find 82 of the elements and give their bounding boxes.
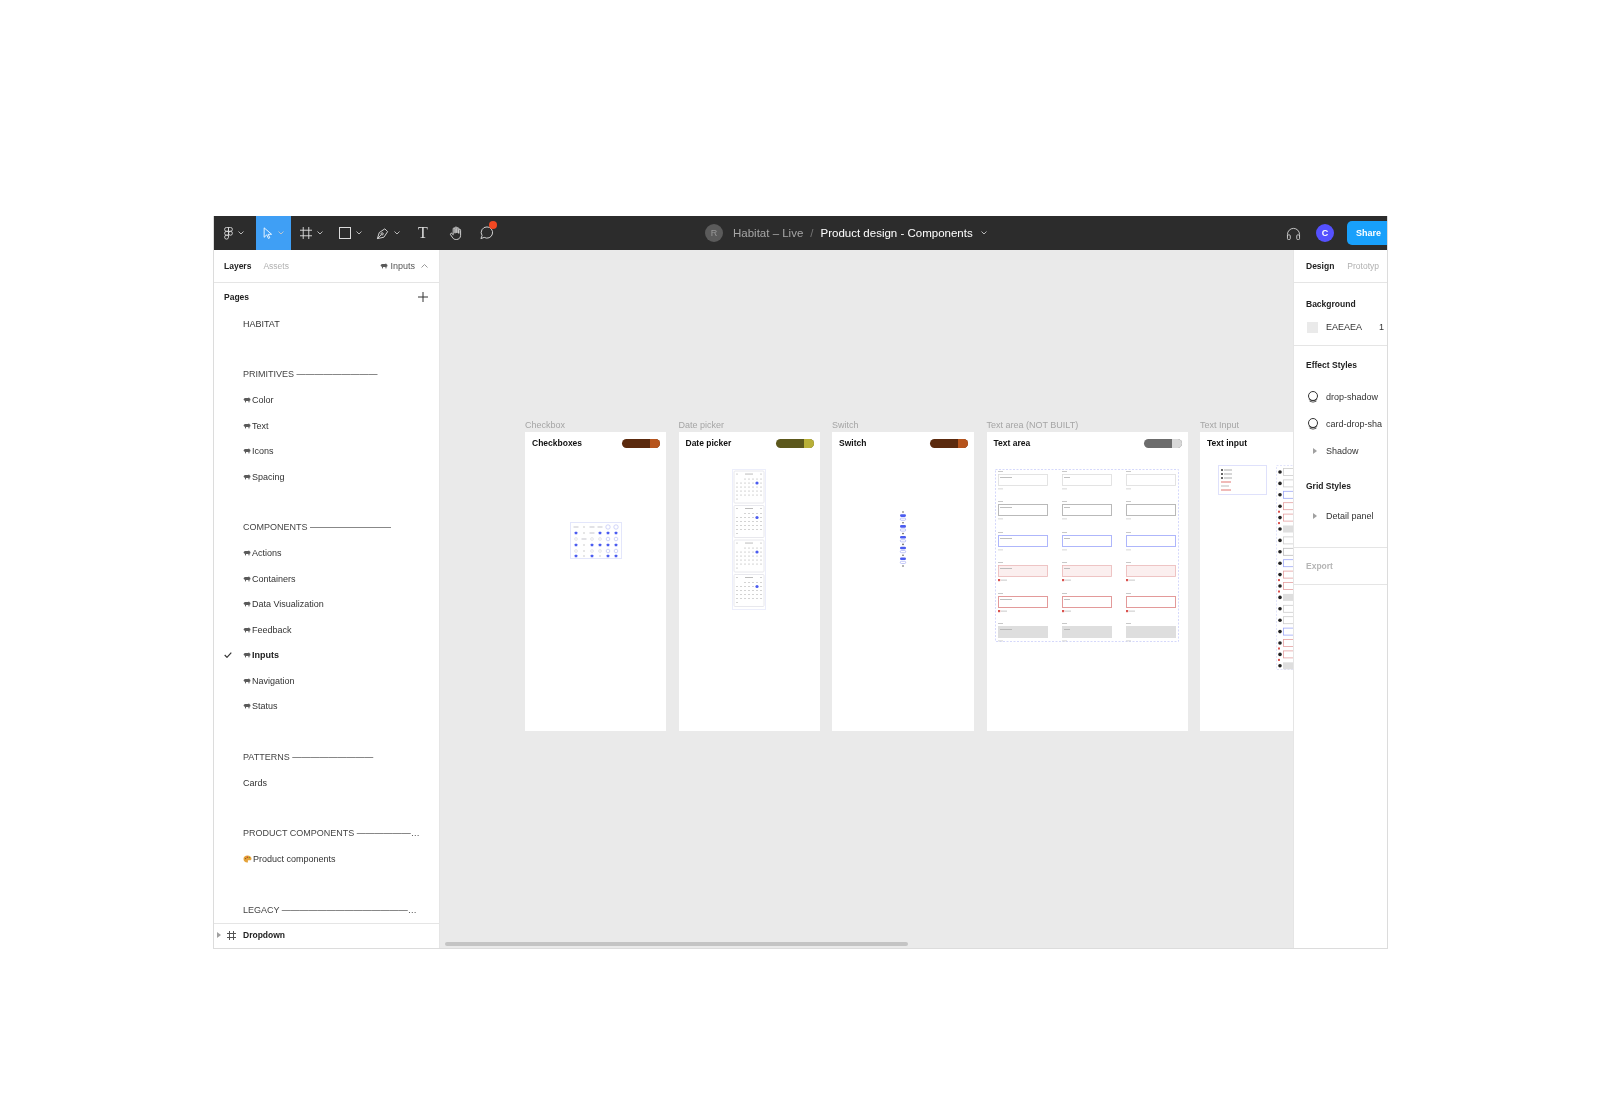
page-section-heading: PRIMITIVES ————————— xyxy=(243,368,378,381)
color-hex-value[interactable]: EAEAEA xyxy=(1326,322,1363,332)
layer-item[interactable]: Dropdown xyxy=(214,924,286,946)
project-link[interactable]: Habitat – Live xyxy=(733,227,804,239)
pages-title: Pages xyxy=(224,292,250,302)
artboard-title: Date picker xyxy=(685,438,732,448)
page-item[interactable]: Data Visualization xyxy=(214,591,324,617)
section-title: Grid Styles xyxy=(1306,480,1351,493)
artboard-title: Switch xyxy=(839,438,867,448)
logo-icon xyxy=(223,226,233,240)
animal-icon xyxy=(243,575,251,582)
animal-icon xyxy=(243,397,251,404)
page-item[interactable]: HABITAT xyxy=(214,311,280,337)
artboard-title: Checkboxes xyxy=(532,438,583,448)
breadcrumb-separator: / xyxy=(810,227,814,239)
caret-up-icon xyxy=(421,264,428,268)
style-item[interactable]: drop-shadow xyxy=(1306,383,1379,410)
style-item[interactable]: card-drop-sha xyxy=(1306,410,1383,437)
animal-icon xyxy=(243,422,251,429)
add-page-button[interactable] xyxy=(418,292,428,302)
horizontal-scrollbar[interactable] xyxy=(445,942,908,946)
frame-label: Text Input xyxy=(1200,419,1240,432)
hash-icon xyxy=(299,227,312,239)
cursor-icon xyxy=(263,227,273,239)
page-section-heading: COMPONENTS ————————— xyxy=(243,521,391,534)
page-item[interactable]: Feedback xyxy=(214,617,292,643)
page-item[interactable]: Inputs xyxy=(214,642,279,668)
animal-icon xyxy=(243,626,251,633)
artboard-title: Text input xyxy=(1207,438,1247,448)
animal-icon xyxy=(380,263,389,269)
page-item[interactable]: Product components xyxy=(214,846,336,872)
frame-label: Date picker xyxy=(678,419,725,432)
animal-icon xyxy=(243,677,251,684)
animal-icon xyxy=(243,703,251,710)
page-item[interactable]: Containers xyxy=(214,566,296,592)
check-icon xyxy=(224,652,232,659)
text-tool-button[interactable]: T xyxy=(407,216,439,250)
section-title: Effect Styles xyxy=(1306,359,1358,372)
section-title: Export xyxy=(1306,560,1333,573)
comment-icon xyxy=(480,226,494,240)
switch-column-drawing xyxy=(899,510,907,568)
checkbox-grid-drawing xyxy=(569,522,622,559)
page-item[interactable]: Text xyxy=(214,413,269,439)
animal-icon xyxy=(243,448,251,455)
user-avatar[interactable]: C xyxy=(1316,224,1334,242)
frame-label: Switch xyxy=(832,419,859,432)
page-item[interactable]: Actions xyxy=(214,540,282,566)
animal-icon xyxy=(243,550,251,557)
hand-icon xyxy=(448,226,462,240)
page-item[interactable]: Icons xyxy=(214,438,274,464)
chevron-down-icon xyxy=(980,231,987,235)
page-item[interactable]: Navigation xyxy=(214,668,295,694)
square-icon xyxy=(338,227,351,239)
frame-label: Text area (NOT BUILT) xyxy=(986,419,1079,432)
file-name-menu[interactable]: Product design - Components xyxy=(820,227,987,239)
page-item[interactable]: Status xyxy=(214,693,278,719)
shadow-circle-icon xyxy=(1307,390,1319,403)
plus-icon xyxy=(418,292,428,302)
page-switcher[interactable]: Inputs xyxy=(380,261,428,271)
animal-icon xyxy=(243,601,251,608)
hash-icon xyxy=(227,930,236,940)
frame-label: Checkbox xyxy=(525,419,566,432)
page-section-heading: PRODUCT COMPONENTS ——————… xyxy=(243,827,420,840)
style-folder[interactable]: Detail panel xyxy=(1306,502,1374,529)
headphones-icon xyxy=(1286,226,1301,240)
shadow-circle-icon xyxy=(1307,417,1319,430)
section-title: Background xyxy=(1306,298,1356,311)
panel-tab[interactable]: Design xyxy=(1306,261,1335,271)
audio-button[interactable] xyxy=(1286,226,1301,240)
animal-icon xyxy=(243,473,251,480)
page-item[interactable]: Spacing xyxy=(214,464,285,490)
pen-icon xyxy=(376,226,389,240)
page-section-heading: LEGACY ——————————————… xyxy=(243,903,417,917)
style-folder[interactable]: Shadow xyxy=(1306,437,1359,464)
animal-icon xyxy=(243,652,251,659)
opacity-value[interactable]: 1 xyxy=(1379,322,1384,332)
page-item[interactable]: Cards xyxy=(214,770,267,796)
panel-tab[interactable]: Layers xyxy=(224,261,252,271)
page-section-heading: PATTERNS ————————— xyxy=(243,750,374,764)
palette-icon xyxy=(243,855,252,864)
page-item[interactable]: Color xyxy=(214,387,274,413)
artboard-title: Text area xyxy=(993,438,1031,448)
